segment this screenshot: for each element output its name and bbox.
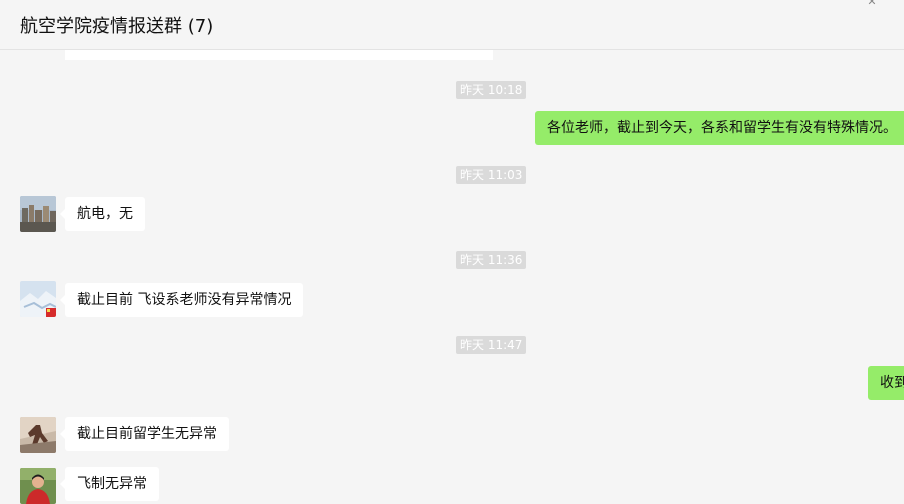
timestamp: 昨天 11:36 (456, 251, 527, 269)
incoming-message-bubble[interactable]: 飞制无异常 (60, 467, 159, 501)
outgoing-message-bubble[interactable]: 各位老师，截止到今天，各系和留学生有没有特殊情况。 (535, 111, 904, 145)
timestamp: 昨天 10:18 (456, 81, 527, 99)
incoming-message-bubble[interactable]: 截止目前 飞设系老师没有异常情况 (59, 283, 304, 317)
snow-avatar[interactable] (20, 281, 56, 317)
figure-avatar[interactable] (20, 417, 56, 453)
chat-header: 航空学院疫情报送群 (7) ✕ (0, 0, 904, 50)
incoming-message-bubble[interactable]: 截止目前留学生无异常 (60, 417, 229, 451)
person-avatar[interactable] (20, 468, 56, 504)
incoming-message-bubble[interactable]: 航电，无 (60, 197, 145, 231)
message-bubble-partial[interactable] (65, 50, 493, 60)
outgoing-message-bubble[interactable]: 收到 (868, 366, 904, 400)
timestamp: 昨天 11:47 (456, 336, 527, 354)
chat-title[interactable]: 航空学院疫情报送群 (7) (20, 15, 213, 39)
landscape-avatar[interactable] (20, 196, 56, 232)
timestamp: 昨天 11:03 (456, 166, 527, 184)
pin-icon[interactable]: ✕ (866, 0, 878, 8)
